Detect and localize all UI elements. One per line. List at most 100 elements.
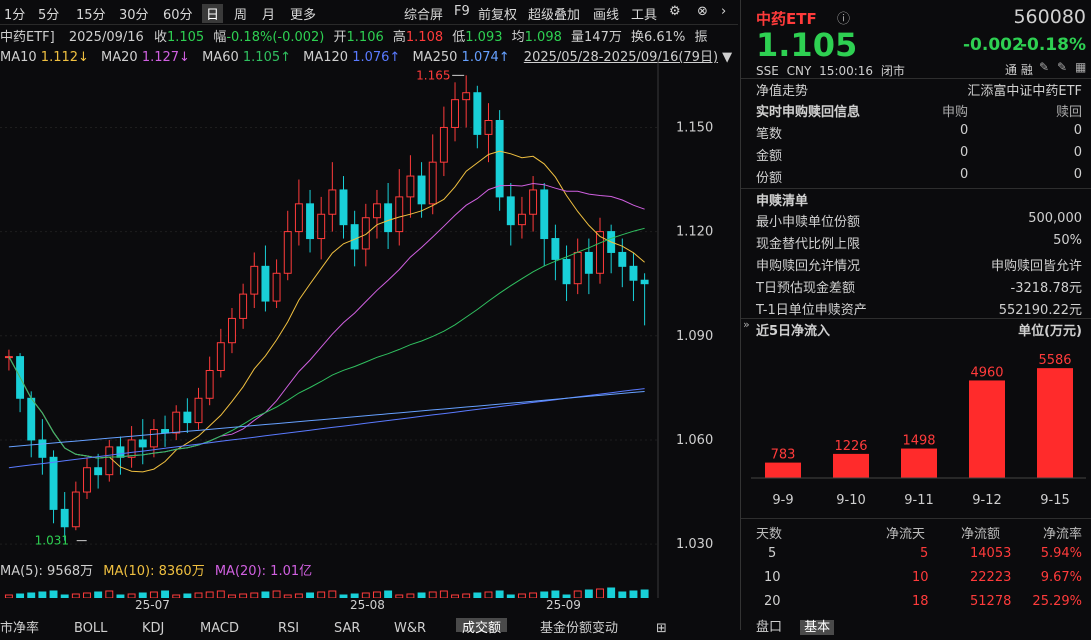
period-5min[interactable]: 5分 <box>38 4 59 23</box>
y-tick-label: 1.090 <box>676 329 713 344</box>
period-month[interactable]: 月 <box>262 4 275 23</box>
rt-buy: 0 <box>960 145 968 160</box>
volume-bar <box>162 591 169 598</box>
tab-basic[interactable]: 基本 <box>800 620 834 635</box>
info-date: 2025/09/16 <box>69 30 144 45</box>
list-row: T日预估现金差额-3218.78元 <box>756 277 1082 296</box>
cell-days: 10 <box>764 570 781 585</box>
chevron-right-icon[interactable]: › <box>721 4 726 19</box>
market-status: 闭市 <box>881 64 905 78</box>
cell-net-rate: 5.94% <box>1041 546 1082 561</box>
nav-trend-row[interactable]: 净值走势 汇添富中证中药ETF <box>756 80 1082 99</box>
ma20-line <box>9 184 645 459</box>
candle-body <box>385 204 392 232</box>
volume-value: 147万 <box>584 30 622 45</box>
list-value: 申购赎回皆允许 <box>991 255 1082 274</box>
divider <box>741 188 1091 189</box>
rt-buy: 0 <box>960 167 968 182</box>
btn-tools[interactable]: 工具 <box>631 4 657 23</box>
period-60min[interactable]: 60分 <box>163 4 193 23</box>
volume-bar <box>50 591 57 598</box>
candle-body <box>84 468 91 492</box>
inflow-bar-date: 9-9 <box>772 493 793 508</box>
list-row: T-1日单位申赎资产552190.22元 <box>756 299 1082 318</box>
candle-body <box>206 371 213 399</box>
period-week[interactable]: 周 <box>234 4 247 23</box>
candle-body <box>630 266 637 280</box>
volume-bar <box>630 591 637 598</box>
candle-body <box>574 252 581 283</box>
candle-body <box>362 218 369 249</box>
edit-icon[interactable]: ✎ <box>1039 60 1049 74</box>
period-30min[interactable]: 30分 <box>119 4 149 23</box>
volume-bar <box>641 590 648 598</box>
candle-body <box>39 440 46 457</box>
realtime-title: 实时申购赎回信息 <box>756 105 860 120</box>
candle-body <box>106 447 113 475</box>
candle-body <box>262 266 269 301</box>
turnover-value: 6.61% <box>644 30 685 45</box>
high-annotation: 1.165 <box>416 68 450 82</box>
rt-redeem: 0 <box>1074 123 1082 138</box>
cell-days: 5 <box>768 546 776 561</box>
rt-buy: 0 <box>960 123 968 138</box>
y-tick-label: 1.030 <box>676 537 713 552</box>
cell-net-amount: 51278 <box>970 594 1011 609</box>
candle-body <box>117 447 124 457</box>
close-label: 收 <box>154 30 167 45</box>
rt-row-count: 笔数 0 0 <box>756 123 1082 142</box>
list-row: 最小申赎单位份额500,000 <box>756 211 1082 230</box>
col-buy: 申购 <box>942 101 968 120</box>
list-value: 552190.22元 <box>999 299 1082 318</box>
candlestick-chart[interactable]: 1.1501.1201.0901.0601.0301.1651.031 <box>0 58 740 558</box>
period-more[interactable]: 更多 <box>290 4 316 23</box>
th-net-amount: 净流额 <box>961 523 1000 542</box>
candle-body <box>541 190 548 239</box>
change-value: -0.18%(-0.002) <box>226 30 324 45</box>
ma120-line <box>9 389 645 468</box>
info-icon[interactable]: ⓘ <box>837 8 850 27</box>
inflow-bar-value: 5586 <box>1038 353 1071 368</box>
btn-f9[interactable]: F9 <box>454 4 470 19</box>
btn-forward-adjust[interactable]: 前复权 <box>478 4 517 23</box>
list-row: 申购赎回允许情况申购赎回皆允许 <box>756 255 1082 274</box>
candle-body <box>173 412 180 433</box>
candle-body <box>217 343 224 371</box>
volume-bar <box>585 590 592 598</box>
period-15min[interactable]: 15分 <box>76 4 106 23</box>
candle-body <box>318 214 325 238</box>
volume-bar <box>217 591 224 598</box>
x-tick-aug: 25-08 <box>350 598 385 612</box>
tab-orderbook[interactable]: 盘口 <box>756 620 782 635</box>
candle-body <box>150 430 157 447</box>
pin-icon[interactable]: ✎ <box>1057 60 1067 74</box>
candle-body <box>284 232 291 274</box>
period-1min[interactable]: 1分 <box>4 4 25 23</box>
close-icon[interactable]: ⊗ <box>697 4 708 19</box>
panel-change: -0.002 <box>963 35 1024 55</box>
btn-super-overlay[interactable]: 超级叠加 <box>528 4 580 23</box>
candle-body <box>351 225 358 249</box>
volume-bar <box>385 591 392 598</box>
candle-body <box>530 190 537 214</box>
btn-draw[interactable]: 画线 <box>593 4 619 23</box>
candle-body <box>72 492 79 527</box>
volume-bar <box>496 591 503 598</box>
x-tick-jul: 25-07 <box>135 598 170 612</box>
collapse-panel-icon[interactable]: » <box>743 318 750 331</box>
volume-bar <box>574 591 581 598</box>
list-value: -3218.78元 <box>1011 277 1082 296</box>
y-tick-label: 1.150 <box>676 120 713 135</box>
gear-icon[interactable]: ⚙ <box>669 4 681 19</box>
inflow-table-header: 天数 净流天 净流额 净流率 <box>756 523 1082 542</box>
rt-label: 笔数 <box>756 127 782 142</box>
panel-bottom-tabs: 盘口 基本 <box>756 616 834 635</box>
candle-body <box>28 398 35 440</box>
inflow-bar-chart: 7839-912269-1014989-1149609-1255869-15 <box>741 340 1091 518</box>
period-day[interactable]: 日 <box>202 4 223 23</box>
candle-body <box>619 252 626 266</box>
candle-body <box>429 162 436 204</box>
candle-body <box>50 457 57 509</box>
btn-composite-screen[interactable]: 综合屏 <box>404 4 443 23</box>
grid-icon[interactable]: ▦ <box>1075 60 1086 74</box>
